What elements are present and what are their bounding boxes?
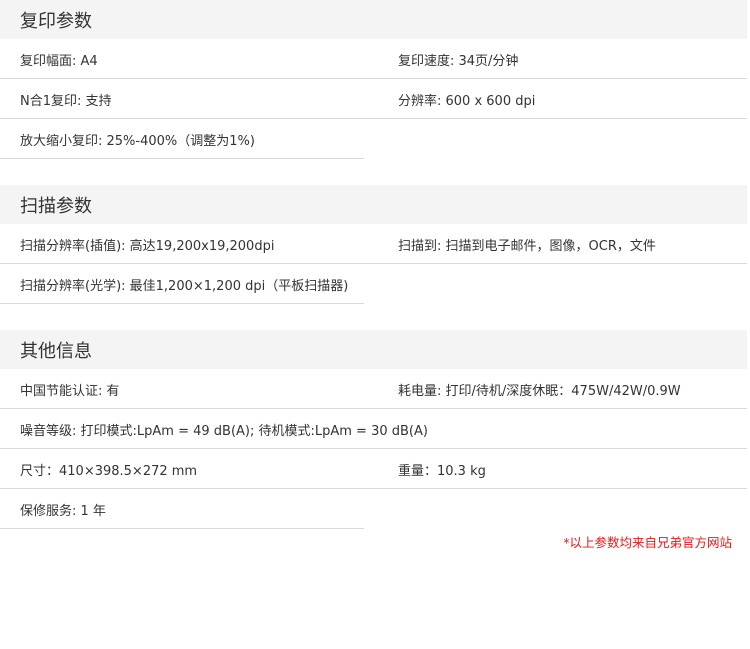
spec-rows: 扫描分辨率(插值): 高达19,200x19,200dpi 扫描到: 扫描到电子… <box>0 224 747 304</box>
section-scan: 扫描参数 扫描分辨率(插值): 高达19,200x19,200dpi 扫描到: … <box>0 185 747 304</box>
spec-rows: 中国节能认证: 有 耗电量: 打印/待机/深度休眠：475W/42W/0.9W … <box>0 369 747 529</box>
spec-copy-speed: 复印速度: 34页/分钟 <box>364 40 747 79</box>
spec-energy-cert: 中国节能认证: 有 <box>0 370 364 409</box>
source-footnote: *以上参数均来自兄弟官方网站 <box>563 535 732 550</box>
spec-warranty: 保修服务: 1 年 <box>0 490 364 529</box>
spec-scan-res-optical: 扫描分辨率(光学): 最佳1,200×1,200 dpi（平板扫描器) <box>0 265 364 304</box>
spec-copy-size: 复印幅面: A4 <box>0 40 364 79</box>
spec-scan-to: 扫描到: 扫描到电子邮件，图像，OCR，文件 <box>364 225 747 264</box>
section-title: 复印参数 <box>0 0 747 39</box>
section-title: 扫描参数 <box>0 185 747 224</box>
spec-zoom: 放大缩小复印: 25%-400%（调整为1%) <box>0 120 364 159</box>
spec-rows: 复印幅面: A4 复印速度: 34页/分钟 N合1复印: 支持 分辨率: 600… <box>0 39 747 159</box>
spec-weight: 重量：10.3 kg <box>364 450 747 489</box>
spec-resolution: 分辨率: 600 x 600 dpi <box>364 80 747 119</box>
spec-power: 耗电量: 打印/待机/深度休眠：475W/42W/0.9W <box>364 370 747 409</box>
spec-empty <box>364 265 747 304</box>
spec-noise: 噪音等级: 打印模式:LpAm = 49 dB(A); 待机模式:LpAm = … <box>0 410 747 449</box>
spec-scan-res-interp: 扫描分辨率(插值): 高达19,200x19,200dpi <box>0 225 364 264</box>
section-copy: 复印参数 复印幅面: A4 复印速度: 34页/分钟 N合1复印: 支持 分辨率… <box>0 0 747 159</box>
spec-n-in-1: N合1复印: 支持 <box>0 80 364 119</box>
section-title: 其他信息 <box>0 330 747 369</box>
spec-dimensions: 尺寸：410×398.5×272 mm <box>0 450 364 489</box>
spec-empty <box>364 120 747 159</box>
section-other: 其他信息 中国节能认证: 有 耗电量: 打印/待机/深度休眠：475W/42W/… <box>0 330 747 529</box>
spec-empty <box>364 490 747 529</box>
